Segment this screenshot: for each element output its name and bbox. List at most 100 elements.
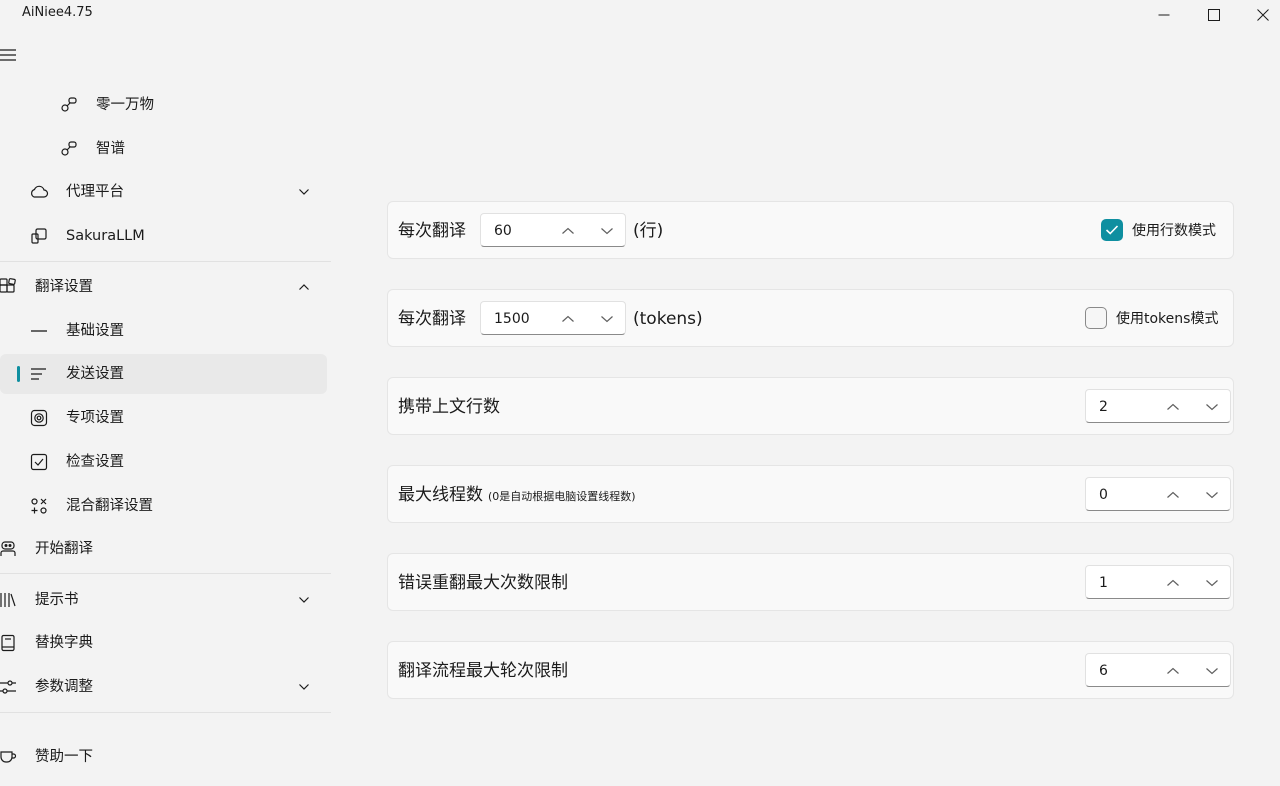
spinbox-value: 1500 [494, 311, 530, 327]
chevron-up-icon [1167, 491, 1179, 498]
checkmark-icon [1105, 225, 1119, 235]
setting-label: 最大线程数 (0是自动根据电脑设置线程数) [398, 483, 636, 509]
context-lines-card: 携带上文行数 2 [387, 377, 1234, 435]
title-bar: AiNiee4.75 [0, 0, 1280, 30]
sidebar-item-label: 参数调整 [35, 679, 93, 695]
retry-limit-card: 错误重翻最大次数限制 1 [387, 553, 1234, 611]
chevron-down-icon[interactable] [296, 592, 312, 608]
sidebar-item-label: 零一万物 [96, 97, 154, 113]
sidebar-item-label: 代理平台 [66, 184, 124, 200]
increment-button[interactable] [1162, 397, 1184, 417]
tokens-per-translation-spinbox[interactable]: 1500 [480, 301, 626, 335]
chevron-down-icon[interactable] [296, 679, 312, 695]
context-lines-spinbox[interactable]: 2 [1085, 389, 1231, 423]
spinbox-value: 1 [1099, 575, 1108, 591]
sidebar-item-special[interactable]: 专项设置 [0, 398, 327, 438]
sidebar-divider [0, 261, 331, 262]
minimize-icon [1158, 14, 1170, 16]
sidebar-item-lingyi[interactable]: 零一万物 [0, 85, 327, 125]
cloud-icon [29, 182, 49, 202]
sidebar-item-send[interactable]: 发送设置 [0, 354, 327, 394]
decrement-button[interactable] [1201, 661, 1223, 681]
book-icon [0, 633, 18, 653]
sidebar-item-label: 翻译设置 [35, 279, 93, 295]
sidebar-item-dictionary[interactable]: 替换字典 [0, 623, 327, 663]
increment-button[interactable] [557, 221, 579, 241]
sidebar-item-check[interactable]: 检查设置 [0, 442, 327, 482]
increment-button[interactable] [1162, 573, 1184, 593]
increment-button[interactable] [557, 309, 579, 329]
decrement-button[interactable] [1201, 397, 1223, 417]
sidebar-item-mixed[interactable]: 混合翻译设置 [0, 486, 327, 526]
app-window: AiNiee4.75 零一万物 智谱 代理平台 SakuraLLM 翻译设置 基… [0, 0, 1280, 786]
chevron-up-icon [562, 227, 574, 234]
line-mode-checkbox[interactable]: 使用行数模式 [1101, 218, 1216, 242]
decrement-button[interactable] [596, 309, 618, 329]
checkbox-label: 使用tokens模式 [1116, 311, 1219, 327]
sidebar-item-donate[interactable]: 赞助一下 [0, 737, 327, 777]
increment-button[interactable] [1162, 661, 1184, 681]
setting-label: 携带上文行数 [398, 397, 500, 417]
sidebar-item-translate-settings[interactable]: 翻译设置 [0, 267, 327, 307]
sidebar-divider [0, 573, 331, 574]
setting-label: 错误重翻最大次数限制 [398, 573, 568, 593]
checkbox-label: 使用行数模式 [1132, 223, 1216, 239]
target-icon [29, 408, 49, 428]
sliders-icon [0, 677, 18, 697]
decrement-button[interactable] [596, 221, 618, 241]
selection-indicator [17, 366, 20, 382]
retry-limit-spinbox[interactable]: 1 [1085, 565, 1231, 599]
decrement-button[interactable] [1201, 485, 1223, 505]
spinbox-value: 2 [1099, 399, 1108, 415]
dash-icon [29, 321, 49, 341]
chevron-up-icon [1167, 667, 1179, 674]
sidebar-item-label: 开始翻译 [35, 541, 93, 557]
spinbox-value: 60 [494, 223, 512, 239]
sidebar-item-label: SakuraLLM [66, 228, 145, 244]
close-button[interactable] [1240, 0, 1280, 30]
minimize-button[interactable] [1141, 0, 1187, 30]
apps-icon [0, 277, 18, 297]
chevron-up-icon [1167, 403, 1179, 410]
sidebar-item-label: 基础设置 [66, 323, 124, 339]
sidebar-item-params[interactable]: 参数调整 [0, 667, 327, 707]
sidebar-item-basic[interactable]: 基础设置 [0, 311, 327, 351]
sidebar-item-label: 赞助一下 [35, 749, 93, 765]
library-icon [0, 590, 18, 610]
checkbox-checked[interactable] [1101, 219, 1123, 241]
close-icon [1257, 9, 1269, 21]
chevron-up-icon[interactable] [296, 279, 312, 295]
api-nodes-icon [59, 95, 79, 115]
increment-button[interactable] [1162, 485, 1184, 505]
decrement-button[interactable] [1201, 573, 1223, 593]
robot-icon [0, 539, 18, 559]
cup-icon [0, 747, 18, 767]
sidebar-item-prompt-book[interactable]: 提示书 [0, 580, 327, 620]
app-title: AiNiee4.75 [22, 5, 93, 20]
tokens-mode-checkbox[interactable]: 使用tokens模式 [1085, 306, 1218, 330]
setting-label: 每次翻译 [398, 309, 466, 329]
hamburger-icon [0, 49, 16, 61]
round-limit-spinbox[interactable]: 6 [1085, 653, 1231, 687]
sidebar-item-sakura[interactable]: SakuraLLM [0, 216, 327, 256]
max-threads-spinbox[interactable]: 0 [1085, 477, 1231, 511]
sidebar-item-label: 专项设置 [66, 410, 124, 426]
chevron-down-icon [1206, 404, 1218, 411]
round-limit-card: 翻译流程最大轮次限制 6 [387, 641, 1234, 699]
lines-per-translation-spinbox[interactable]: 60 [480, 213, 626, 247]
menu-toggle-button[interactable] [0, 44, 20, 66]
checkbox-unchecked[interactable] [1085, 307, 1107, 329]
spinbox-value: 0 [1099, 487, 1108, 503]
lines-per-translation-card: 每次翻译 60 (行) 使用行数模式 [387, 201, 1234, 259]
sidebar-item-zhipu[interactable]: 智谱 [0, 129, 327, 169]
chevron-down-icon[interactable] [296, 184, 312, 200]
sidebar-item-start[interactable]: 开始翻译 [0, 529, 327, 569]
sidebar-item-proxy[interactable]: 代理平台 [0, 172, 327, 212]
maximize-button[interactable] [1191, 0, 1237, 30]
tokens-per-translation-card: 每次翻译 1500 (tokens) 使用tokens模式 [387, 289, 1234, 347]
chevron-down-icon [601, 316, 613, 323]
setting-label: 翻译流程最大轮次限制 [398, 661, 568, 681]
sidebar-item-label: 发送设置 [66, 366, 124, 382]
sidebar-item-label: 智谱 [96, 141, 125, 157]
setting-note: (0是自动根据电脑设置线程数) [488, 490, 636, 503]
